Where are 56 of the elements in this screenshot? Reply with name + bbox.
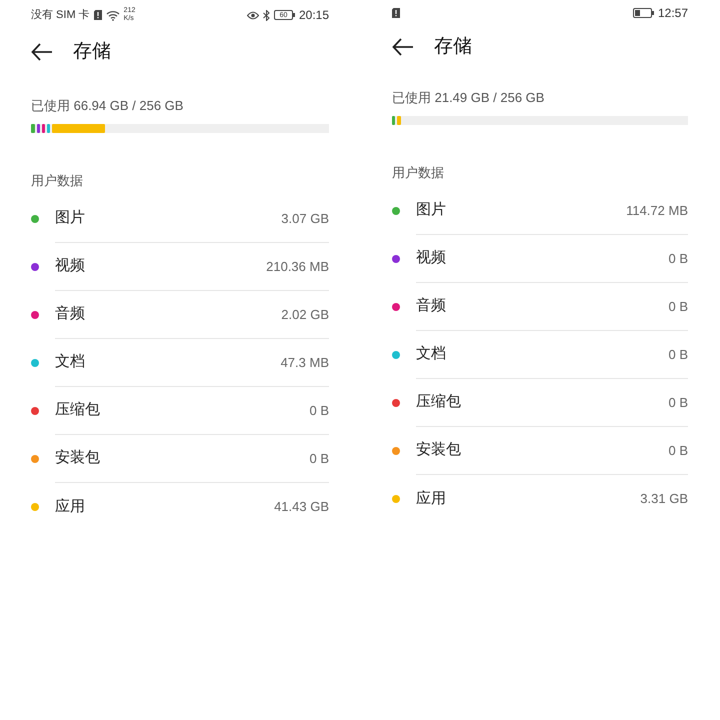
storage-category-row[interactable]: 文档 0 B xyxy=(392,331,688,379)
category-name: 压缩包 xyxy=(416,392,461,412)
category-size: 0 B xyxy=(668,442,688,460)
category-name: 视频 xyxy=(55,256,85,276)
back-button[interactable] xyxy=(31,41,53,63)
storage-category-row[interactable]: 视频 210.36 MB xyxy=(31,243,329,291)
category-size: 0 B xyxy=(668,298,688,316)
storage-category-row[interactable]: 音频 0 B xyxy=(392,283,688,331)
page-title: 存储 xyxy=(434,34,472,59)
back-arrow-icon xyxy=(31,43,53,61)
category-name: 文档 xyxy=(416,344,446,364)
storage-category-row[interactable]: 应用 3.31 GB xyxy=(392,475,688,523)
category-name: 文档 xyxy=(55,352,85,372)
storage-category-row[interactable]: 压缩包 0 B xyxy=(31,387,329,435)
category-size: 114.72 MB xyxy=(626,202,688,220)
clock-time: 12:57 xyxy=(658,5,688,22)
category-name: 压缩包 xyxy=(55,400,100,420)
category-name: 应用 xyxy=(416,488,446,509)
storage-category-row[interactable]: 安装包 0 B xyxy=(31,435,329,483)
category-name: 图片 xyxy=(416,200,446,220)
storage-category-row[interactable]: 文档 47.3 MB xyxy=(31,339,329,387)
category-name: 图片 xyxy=(55,208,85,228)
storage-used-text: 已使用 21.49 GB / 256 GB xyxy=(392,89,546,107)
storage-category-row[interactable]: 图片 3.07 GB xyxy=(31,195,329,243)
category-size: 3.07 GB xyxy=(281,210,329,228)
battery-icon xyxy=(632,8,654,18)
category-size: 3.31 GB xyxy=(640,490,688,508)
category-size: 47.3 MB xyxy=(280,354,329,372)
category-size: 0 B xyxy=(309,402,329,420)
back-arrow-icon xyxy=(392,38,414,56)
carrier-text: 没有 SIM 卡 xyxy=(31,8,90,23)
category-size: 210.36 MB xyxy=(266,258,329,276)
category-size: 0 B xyxy=(668,250,688,268)
category-name: 音频 xyxy=(416,296,446,316)
category-name: 安装包 xyxy=(55,448,100,468)
category-name: 应用 xyxy=(55,496,85,517)
category-name: 视频 xyxy=(416,248,446,268)
storage-category-row[interactable]: 压缩包 0 B xyxy=(392,379,688,427)
section-header: 用户数据 xyxy=(392,164,445,182)
storage-category-row[interactable]: 应用 41.43 GB xyxy=(31,483,329,531)
category-size: 41.43 GB xyxy=(274,498,329,516)
category-name: 安装包 xyxy=(416,440,461,460)
clock-time: 20:15 xyxy=(298,7,329,24)
back-button[interactable] xyxy=(392,36,414,58)
category-size: 0 B xyxy=(668,394,688,412)
category-size: 2.02 GB xyxy=(281,306,329,324)
storage-category-row[interactable]: 音频 2.02 GB xyxy=(31,291,329,339)
storage-used-text: 已使用 66.94 GB / 256 GB xyxy=(31,97,184,115)
page-title: 存储 xyxy=(73,40,111,64)
category-size: 0 B xyxy=(668,346,688,364)
storage-category-row[interactable]: 安装包 0 B xyxy=(392,427,688,475)
category-name: 音频 xyxy=(55,304,85,324)
section-header: 用户数据 xyxy=(31,172,84,190)
category-size: 0 B xyxy=(309,450,329,468)
storage-category-row[interactable]: 视频 0 B xyxy=(392,235,688,283)
storage-category-row[interactable]: 图片 114.72 MB xyxy=(392,187,688,235)
